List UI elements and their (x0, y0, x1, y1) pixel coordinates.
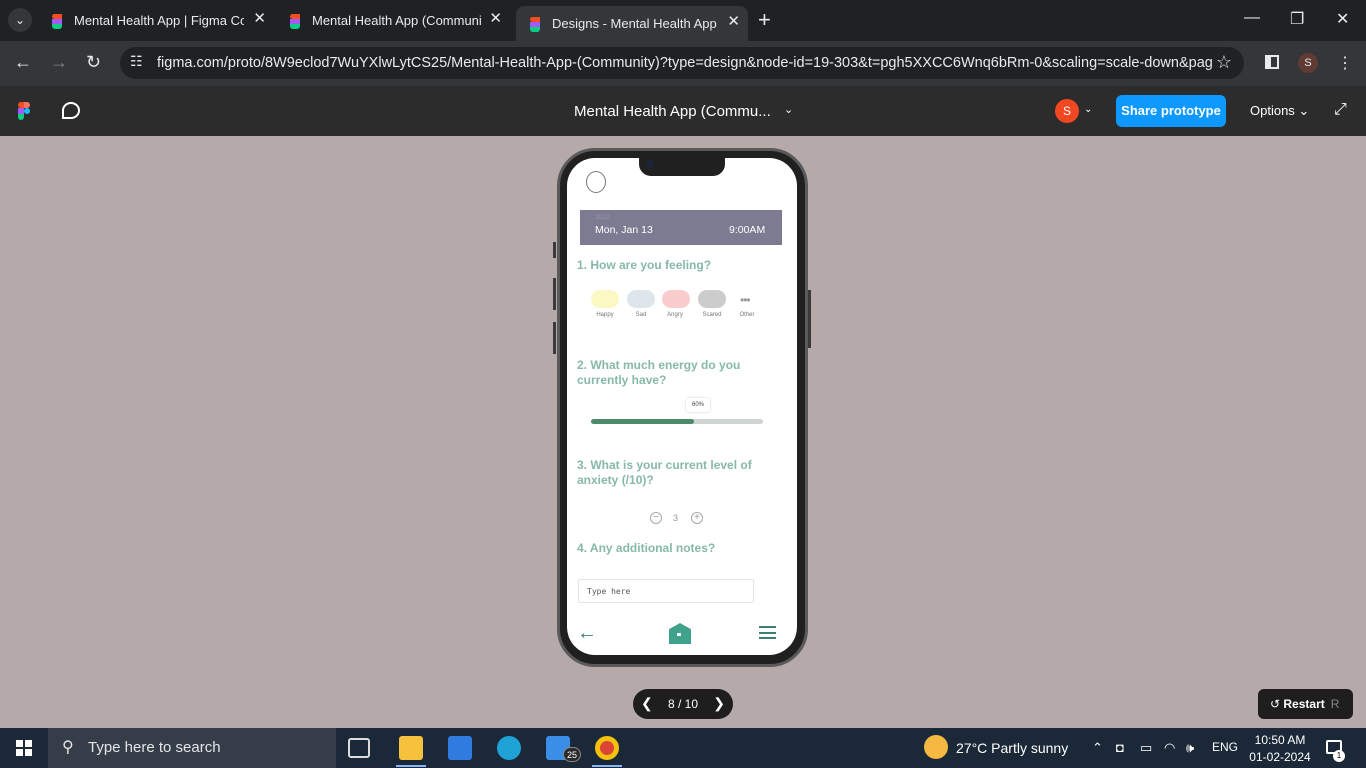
question-3: 3. What is your current level of anxiety… (577, 458, 752, 487)
figma-logo-icon[interactable] (18, 102, 30, 120)
phone-side-button (553, 322, 556, 354)
back-icon[interactable]: ← (14, 52, 32, 73)
camera-icon (646, 160, 654, 168)
question-4: 4. Any additional notes? (577, 541, 716, 555)
close-tab-icon[interactable]: ✕ (727, 12, 740, 30)
energy-tooltip: 60% (686, 398, 710, 412)
browser-tab-1[interactable]: Mental Health App | Figma Community ✕ (38, 6, 274, 35)
camera-tray-icon[interactable]: ◘ (1116, 740, 1124, 755)
system-clock[interactable]: 10:50 AM 01-02-2024 (1248, 732, 1312, 766)
anxiety-value: 3 (673, 513, 679, 523)
page-navigator: ❮ 8 / 10 ❯ (633, 689, 733, 719)
chrome-icon[interactable] (595, 736, 619, 760)
brain-logo-icon (586, 171, 606, 193)
figma-favicon-icon (290, 13, 300, 29)
forward-icon[interactable]: → (50, 52, 68, 73)
microsoft-store-icon[interactable] (448, 736, 472, 760)
edge-icon[interactable] (497, 736, 521, 760)
user-avatar[interactable]: S (1055, 99, 1079, 123)
chevron-down-icon[interactable]: ⌄ (1084, 104, 1092, 115)
question-1: 1. How are you feeling? (577, 258, 712, 272)
minus-icon[interactable]: − (650, 512, 662, 524)
notes-input[interactable]: Type here (578, 579, 754, 603)
document-title[interactable]: Mental Health App (Commu... (574, 103, 771, 120)
active-indicator (396, 765, 426, 767)
language-indicator[interactable]: ENG (1212, 740, 1238, 754)
mood-angry-button[interactable] (662, 290, 690, 308)
reload-icon[interactable]: ↻ (86, 52, 101, 73)
browser-menu-icon[interactable]: ⋮ (1337, 53, 1353, 73)
phone-side-button (808, 290, 811, 348)
taskbar-search[interactable]: ⚲ Type here to search (48, 728, 336, 768)
chevron-right-icon[interactable]: ❯ (713, 695, 725, 712)
energy-slider[interactable] (591, 419, 763, 424)
wifi-icon[interactable]: ◠ (1164, 740, 1175, 756)
figma-favicon-icon (52, 13, 62, 29)
browser-tab-3-active[interactable]: Designs - Mental Health App (Community) … (516, 6, 748, 41)
hamburger-menu-icon[interactable] (759, 626, 776, 639)
file-explorer-icon[interactable] (399, 736, 423, 760)
browser-tab-2[interactable]: Mental Health App (Community) ✕ (276, 6, 510, 35)
weather-text[interactable]: 27°C Partly sunny (956, 740, 1068, 756)
question-2: 2. What much energy do you currently hav… (577, 358, 741, 387)
restart-button[interactable]: ↺ Restart R (1258, 689, 1353, 719)
notification-count: 1 (1333, 750, 1345, 762)
close-tab-icon[interactable]: ✕ (489, 9, 502, 27)
windows-start-icon[interactable] (16, 740, 32, 756)
weather-icon[interactable] (924, 735, 948, 759)
omnibox[interactable]: ☷ figma.com/proto/8W9eclod7WuYXlwLytCS25… (120, 47, 1244, 79)
tab-title: Mental Health App | Figma Community (74, 13, 244, 28)
mood-label: Other (739, 312, 755, 318)
options-menu[interactable]: Options ⌄ (1250, 103, 1309, 119)
share-prototype-button[interactable]: Share prototype (1116, 95, 1226, 127)
url-text[interactable]: figma.com/proto/8W9eclod7WuYXlwLytCS25/M… (157, 55, 1212, 71)
clock-time: 10:50 AM (1254, 733, 1306, 747)
mood-label: Scared (702, 312, 722, 318)
active-indicator (592, 765, 622, 767)
mood-sad-button[interactable] (627, 290, 655, 308)
new-tab-button[interactable]: + (758, 8, 771, 32)
volume-icon[interactable]: 🕪 (1186, 740, 1194, 756)
chevron-left-icon[interactable]: ❮ (641, 695, 653, 712)
search-icon: ⚲ (62, 739, 74, 756)
search-placeholder: Type here to search (88, 739, 221, 756)
fullscreen-icon[interactable]: ⤢ (1334, 101, 1347, 119)
mood-other-button[interactable]: ••• (740, 293, 751, 307)
date-year: 2022 (596, 215, 610, 221)
figma-favicon-icon (530, 16, 540, 32)
tab-search-button[interactable]: ⌄ (8, 8, 32, 32)
close-tab-icon[interactable]: ✕ (253, 9, 266, 27)
page-indicator: 8 / 10 (667, 697, 699, 711)
mail-badge: 25 (563, 747, 581, 762)
energy-slider-fill (591, 419, 695, 424)
back-arrow-icon[interactable]: ← (577, 622, 597, 645)
plus-icon[interactable]: + (691, 512, 703, 524)
tab-title: Designs - Mental Health App (Community) (552, 16, 718, 31)
mood-scared-button[interactable] (698, 290, 726, 308)
mood-label: Happy (596, 312, 614, 318)
options-label: Options (1250, 103, 1295, 118)
site-settings-icon[interactable]: ☷ (130, 53, 143, 70)
tab-title: Mental Health App (Community) (312, 13, 482, 28)
restart-shortcut: R (1330, 697, 1340, 711)
profile-avatar[interactable]: S (1298, 53, 1318, 73)
close-window-icon[interactable]: ✕ (1336, 9, 1349, 29)
date-time: 9:00AM (729, 224, 766, 236)
minimize-icon[interactable]: — (1244, 9, 1260, 27)
task-view-icon[interactable] (348, 738, 370, 758)
comment-icon[interactable] (62, 102, 80, 119)
battery-icon[interactable]: ▭ (1140, 740, 1152, 756)
mood-label: Angry (667, 312, 683, 318)
phone-side-button (553, 278, 556, 310)
chevron-down-icon[interactable]: ⌄ (784, 103, 793, 116)
bookmark-star-icon[interactable]: ☆ (1216, 52, 1232, 73)
restore-icon[interactable]: ❐ (1290, 9, 1304, 29)
mood-happy-button[interactable] (591, 290, 619, 308)
clock-date: 01-02-2024 (1249, 750, 1311, 764)
restart-label: Restart (1283, 697, 1325, 711)
side-panel-icon[interactable] (1265, 55, 1279, 69)
chevron-up-icon[interactable]: ⌃ (1092, 740, 1103, 756)
phone-side-button (553, 242, 556, 258)
date-day: Mon, Jan 13 (595, 224, 653, 236)
